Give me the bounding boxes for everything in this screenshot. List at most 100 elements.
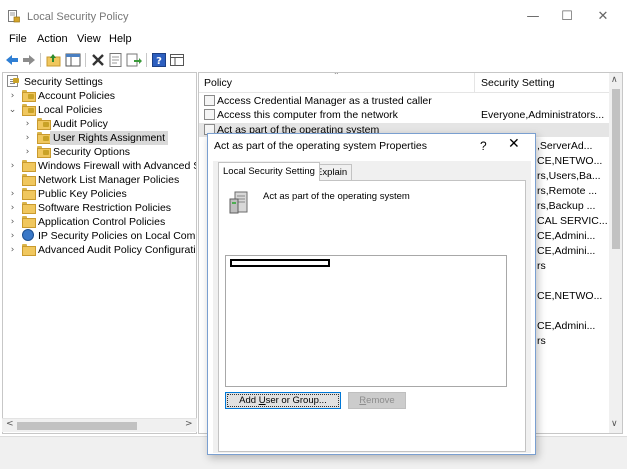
tree-item-software-restriction-policies[interactable]: › Software Restriction Policies	[3, 201, 196, 215]
tree-item-label: IP Security Policies on Local Compute	[38, 230, 196, 242]
list-row[interactable]: Access Credential Manager as a trusted c…	[199, 94, 609, 108]
column-header-security-setting[interactable]: Security Setting	[481, 77, 555, 89]
column-header-policy[interactable]: Policy	[204, 77, 232, 89]
policy-item-icon	[204, 109, 215, 120]
show-hide-tree-icon[interactable]	[65, 52, 81, 68]
chevron-right-icon[interactable]: ›	[8, 215, 17, 229]
scrollbar-thumb[interactable]	[612, 89, 620, 249]
chevron-right-icon[interactable]: ›	[23, 117, 32, 131]
policy-setting: rs,Remote ...	[537, 185, 598, 197]
back-arrow-icon[interactable]	[4, 52, 20, 68]
dialog-close-button[interactable]: ✕	[508, 136, 520, 152]
chevron-right-icon[interactable]: ›	[8, 159, 17, 173]
tab-local-security-setting[interactable]: Local Security Setting	[218, 162, 320, 181]
policy-name: Access this computer from the network	[217, 109, 398, 121]
scroll-down-arrow-icon[interactable]: ∨	[611, 419, 618, 429]
delete-icon[interactable]	[90, 52, 106, 68]
properties-icon[interactable]	[108, 52, 124, 68]
add-user-or-group-button[interactable]: Add User or Group...	[225, 392, 341, 409]
tree-item-local-policies[interactable]: ⌄ Local Policies	[3, 103, 196, 117]
button-label-part: Add	[239, 395, 259, 406]
chevron-right-icon[interactable]: ›	[8, 187, 17, 201]
menu-file[interactable]: File	[9, 33, 27, 45]
tree-item-advanced-audit-policy[interactable]: › Advanced Audit Policy Configuration	[3, 243, 197, 257]
lock-icon	[43, 150, 49, 155]
window-title: Local Security Policy	[27, 11, 129, 23]
console-view-icon[interactable]	[169, 52, 185, 68]
export-list-icon[interactable]	[126, 52, 142, 68]
maximize-button[interactable]: ☐	[557, 7, 577, 27]
button-label-accelerator: U	[258, 395, 266, 406]
lock-icon	[28, 108, 34, 113]
scrollbar-thumb[interactable]	[17, 422, 137, 430]
users-groups-listbox[interactable]	[225, 255, 507, 387]
tree-item-label: Account Policies	[38, 90, 116, 102]
policy-item-icon	[204, 95, 215, 106]
button-label-part: emove	[366, 395, 395, 406]
policy-name-label: Act as part of the operating system	[263, 191, 410, 202]
tree-item-audit-policy[interactable]: › Audit Policy	[3, 117, 196, 131]
tree-item-ip-security-policies[interactable]: › IP Security Policies on Local Compute	[3, 229, 196, 243]
tree-item-label: Windows Firewall with Advanced Secu	[38, 160, 196, 172]
lock-icon	[43, 122, 49, 127]
redacted-account-entry[interactable]	[230, 259, 330, 267]
chevron-right-icon[interactable]: ›	[8, 201, 17, 215]
tree-item-label: Advanced Audit Policy Configuration	[38, 244, 197, 256]
policy-setting: rs,Backup ...	[537, 200, 596, 212]
tree-item-account-policies[interactable]: › Account Policies	[3, 89, 196, 103]
forward-arrow-icon[interactable]	[21, 52, 37, 68]
policy-setting: CE,NETWO...	[537, 290, 603, 302]
dialog-help-button[interactable]: ?	[480, 139, 487, 153]
lock-icon	[28, 94, 34, 99]
menu-action[interactable]: Action	[37, 33, 68, 45]
remove-button[interactable]: Remove	[348, 392, 406, 409]
folder-icon	[22, 160, 36, 172]
folder-icon	[22, 174, 36, 186]
policy-setting: CE,Admini...	[537, 320, 596, 332]
svg-text:?: ?	[156, 56, 162, 67]
tree-item-label: User Rights Assignment	[50, 131, 169, 145]
chevron-down-icon[interactable]: ⌄	[8, 103, 17, 117]
policy-properties-dialog: Act as part of the operating system Prop…	[207, 133, 536, 455]
security-policy-app-icon	[8, 10, 20, 23]
close-button[interactable]: ✕	[593, 7, 613, 27]
toolbar: ?	[0, 49, 627, 71]
policy-setting: CE,NETWO...	[537, 155, 603, 167]
tree-item-label: Application Control Policies	[38, 216, 166, 228]
tree-item-public-key-policies[interactable]: › Public Key Policies	[3, 187, 196, 201]
policy-setting: rs,Users,Ba...	[537, 170, 601, 182]
console-tree[interactable]: Security Settings › Account Policies ⌄ L…	[2, 72, 197, 434]
column-divider[interactable]	[474, 73, 475, 93]
policy-setting: rs	[537, 335, 546, 347]
network-globe-icon	[22, 229, 34, 241]
tree-item-label: Software Restriction Policies	[38, 202, 172, 214]
scroll-up-arrow-icon[interactable]: ∧	[611, 75, 618, 85]
chevron-right-icon[interactable]: ›	[8, 89, 17, 103]
chevron-right-icon[interactable]: ›	[8, 229, 17, 243]
tree-item-application-control-policies[interactable]: › Application Control Policies	[3, 215, 196, 229]
folder-icon	[22, 216, 36, 228]
list-row[interactable]: Access this computer from the network Ev…	[199, 108, 609, 122]
chevron-right-icon[interactable]: ›	[8, 243, 17, 257]
menu-view[interactable]: View	[77, 33, 101, 45]
menu-help[interactable]: Help	[109, 33, 132, 45]
tree-horizontal-scrollbar[interactable]: < >	[2, 418, 197, 432]
chevron-right-icon[interactable]: ›	[23, 145, 32, 159]
list-vertical-scrollbar[interactable]: ∧ ∨	[609, 73, 622, 433]
tree-item-network-list-manager[interactable]: Network List Manager Policies	[3, 173, 196, 187]
scroll-right-arrow-icon[interactable]: >	[185, 419, 193, 429]
lock-icon	[13, 78, 19, 83]
scroll-left-arrow-icon[interactable]: <	[6, 419, 14, 429]
chevron-right-icon[interactable]: ›	[23, 131, 32, 145]
tree-item-security-options[interactable]: › Security Options	[3, 145, 196, 159]
tab-panel-local-security-setting: Act as part of the operating system Add …	[218, 180, 526, 452]
help-icon[interactable]: ?	[151, 52, 167, 68]
folder-icon	[22, 244, 36, 256]
tree-item-user-rights-assignment[interactable]: › User Rights Assignment	[3, 131, 196, 145]
tree-item-windows-firewall[interactable]: › Windows Firewall with Advanced Secu	[3, 159, 196, 173]
minimize-button[interactable]: —	[523, 7, 543, 27]
button-label-part: ser or Group...	[265, 395, 327, 406]
up-folder-icon[interactable]	[46, 52, 62, 68]
dialog-title: Act as part of the operating system Prop…	[214, 140, 428, 152]
tree-item-security-settings[interactable]: Security Settings	[3, 75, 196, 89]
